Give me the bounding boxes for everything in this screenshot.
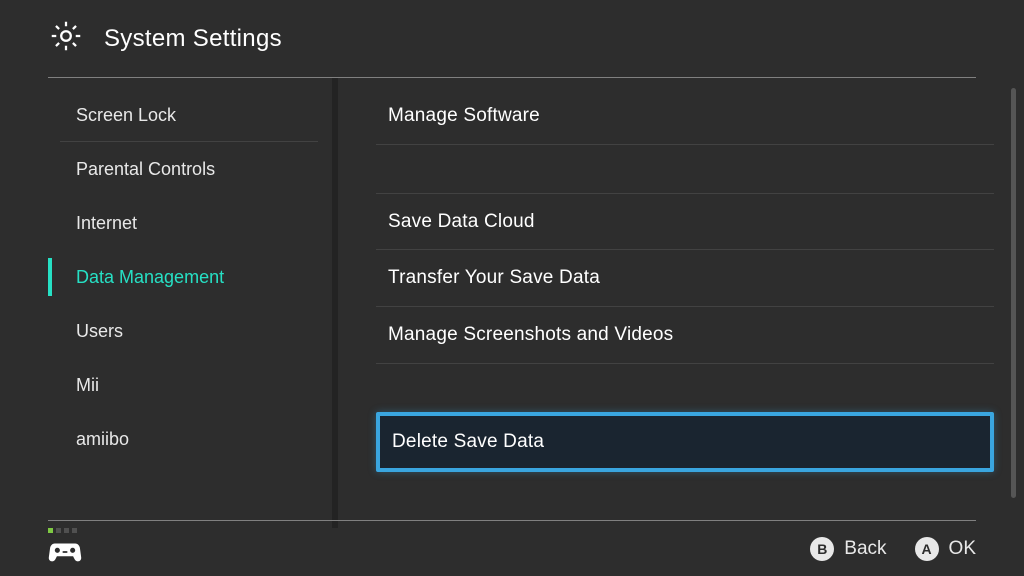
sidebar-item-mii[interactable]: Mii bbox=[48, 358, 330, 412]
sidebar-item-parental-controls[interactable]: Parental Controls bbox=[48, 142, 330, 196]
sidebar-item-label: Data Management bbox=[76, 267, 224, 288]
sidebar-item-label: Parental Controls bbox=[76, 159, 215, 180]
scrollbar[interactable] bbox=[1011, 88, 1016, 498]
main-panel: Manage Software Save Data Cloud Transfer… bbox=[338, 78, 1024, 528]
sidebar: Screen Lock Parental Controls Internet D… bbox=[48, 78, 338, 528]
footer: B Back A OK bbox=[0, 520, 1024, 576]
a-button-icon: A bbox=[915, 537, 939, 561]
sidebar-item-label: Internet bbox=[76, 213, 137, 234]
sidebar-item-screen-lock[interactable]: Screen Lock bbox=[48, 88, 330, 142]
gear-icon bbox=[48, 18, 84, 59]
hint-label: OK bbox=[949, 538, 976, 560]
sidebar-item-label: Users bbox=[76, 321, 123, 342]
sidebar-item-label: amiibo bbox=[76, 429, 129, 450]
option-delete-save-data[interactable]: Delete Save Data bbox=[376, 412, 994, 472]
sidebar-item-label: Mii bbox=[76, 375, 99, 396]
header: System Settings bbox=[0, 0, 1024, 77]
hint-ok[interactable]: A OK bbox=[915, 537, 976, 561]
b-button-icon: B bbox=[810, 537, 834, 561]
player-dots bbox=[48, 528, 82, 533]
sidebar-item-data-management[interactable]: Data Management bbox=[48, 250, 330, 304]
controller-indicator bbox=[48, 528, 82, 569]
option-label: Manage Software bbox=[388, 105, 540, 127]
footer-hints: B Back A OK bbox=[810, 537, 976, 561]
option-label: Save Data Cloud bbox=[388, 211, 535, 233]
option-save-data-cloud[interactable]: Save Data Cloud bbox=[376, 193, 994, 250]
option-manage-software[interactable]: Manage Software bbox=[376, 88, 994, 145]
page-title: System Settings bbox=[104, 25, 282, 53]
sidebar-item-internet[interactable]: Internet bbox=[48, 196, 330, 250]
option-gap bbox=[376, 145, 994, 193]
controller-icon bbox=[48, 535, 82, 569]
option-label: Delete Save Data bbox=[392, 431, 544, 453]
option-manage-screenshots[interactable]: Manage Screenshots and Videos bbox=[376, 307, 994, 364]
sidebar-item-amiibo[interactable]: amiibo bbox=[48, 412, 330, 466]
hint-label: Back bbox=[844, 538, 886, 560]
sidebar-item-users[interactable]: Users bbox=[48, 304, 330, 358]
option-label: Transfer Your Save Data bbox=[388, 267, 600, 289]
option-transfer-save-data[interactable]: Transfer Your Save Data bbox=[376, 250, 994, 307]
option-label: Manage Screenshots and Videos bbox=[388, 324, 673, 346]
sidebar-item-label: Screen Lock bbox=[76, 105, 176, 126]
hint-back[interactable]: B Back bbox=[810, 537, 886, 561]
